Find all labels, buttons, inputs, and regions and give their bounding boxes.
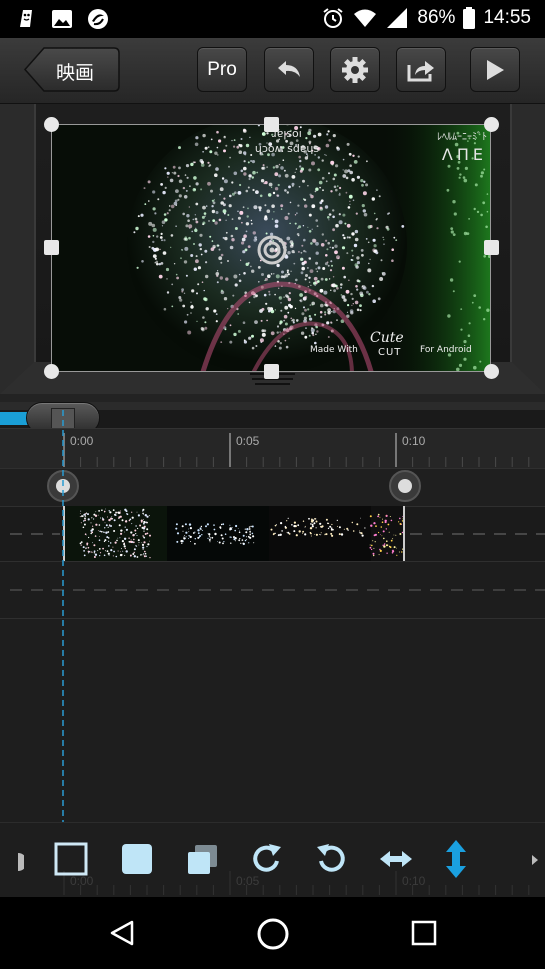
scroll-right-icon[interactable]: [530, 853, 540, 867]
top-toolbar: 映画 Pro: [0, 38, 545, 104]
overlay-text-4: ΛΠΕ: [441, 145, 487, 164]
audio-track-dashes: [10, 589, 545, 591]
video-clip[interactable]: [63, 506, 405, 561]
overlay-text-3: ﾚﾍﾙﾑｰﾆｰﾐﾞﾄ: [437, 132, 487, 143]
empty-track-area: [0, 618, 545, 822]
undo-icon: [278, 60, 300, 77]
settings-button[interactable]: [330, 47, 380, 92]
rotate-left-icon[interactable]: [313, 841, 349, 877]
trim-end-handle[interactable]: [389, 470, 421, 502]
resize-handle-bottom[interactable]: [264, 364, 279, 379]
resize-handle-bottom-right[interactable]: [484, 364, 499, 379]
filled-square-icon[interactable]: [119, 841, 155, 877]
rotate-right-icon[interactable]: [249, 841, 285, 877]
underlay-label-10: 0:10: [402, 874, 426, 888]
resize-handle-bottom-left[interactable]: [44, 364, 59, 379]
scroll-left-icon[interactable]: [6, 851, 24, 873]
ruler-label-5: 0:05: [236, 434, 260, 448]
back-triangle-icon[interactable]: [108, 919, 136, 947]
outline-square-icon[interactable]: [53, 841, 89, 877]
bottom-tools: 0:00 0:05 0:10: [0, 822, 545, 897]
trim-end-knob: [398, 479, 412, 493]
watermark-for-android: For Android: [420, 345, 472, 355]
trim-track: [0, 468, 545, 506]
navigation-bar: [0, 897, 545, 969]
back-button[interactable]: 映画: [24, 47, 120, 92]
back-button-label: 映画: [56, 62, 95, 84]
overlay-text-1: ɹɐןsoı: [272, 127, 302, 140]
image-icon: [52, 10, 72, 28]
status-bar: 86% 14:55: [0, 0, 545, 38]
alarm-icon: [323, 8, 344, 28]
ruler-label-10: 0:10: [402, 434, 426, 448]
rotate-handle-icon[interactable]: [257, 235, 287, 265]
undo-button[interactable]: [264, 47, 314, 92]
resize-handle-left[interactable]: [44, 240, 59, 255]
notification-app-icon: [20, 10, 32, 27]
resize-handle-top-left[interactable]: [44, 117, 59, 132]
wifi-icon: [354, 9, 377, 27]
sync-app-icon: [88, 9, 108, 29]
resize-handle-right[interactable]: [484, 240, 499, 255]
battery-percent: 86%: [417, 7, 456, 28]
share-button[interactable]: [396, 47, 446, 92]
flip-horizontal-icon[interactable]: [378, 843, 414, 875]
ruler-label-0: 0:00: [70, 434, 94, 448]
flip-vertical-icon[interactable]: [440, 838, 472, 880]
time-ruler[interactable]: 0:00 0:05 0:10: [0, 428, 545, 468]
clock-time: 14:55: [483, 7, 531, 28]
timeline: 0:00 0:05 0:10: [0, 402, 545, 897]
battery-icon: [463, 7, 476, 29]
share-icon: [407, 60, 434, 81]
watermark-cut: CUT: [378, 347, 402, 358]
play-button[interactable]: [470, 47, 520, 92]
layers-icon[interactable]: [185, 841, 221, 877]
watermark-made-with: Made With: [310, 345, 358, 355]
play-icon: [487, 59, 504, 80]
video-preview[interactable]: ɹɐןsoı ɥɔoʍ sdɐɥs ﾚﾍﾙﾑｰﾆｰﾐﾞﾄ ΛΠΕ Made Wi…: [51, 124, 491, 372]
resize-handle-top[interactable]: [264, 117, 279, 132]
watermark-logo: Cute: [370, 330, 404, 346]
pro-button[interactable]: Pro: [197, 47, 247, 92]
home-circle-icon[interactable]: [256, 917, 290, 951]
overlay-text-2: ɥɔoʍ sdɐɥs: [254, 142, 320, 155]
pro-label: Pro: [207, 58, 237, 80]
gear-icon: [342, 56, 368, 83]
recents-square-icon[interactable]: [411, 920, 437, 946]
resize-handle-top-right[interactable]: [484, 117, 499, 132]
signal-icon: [387, 8, 408, 28]
clip-thumbnails: [65, 506, 403, 561]
audio-track: [0, 561, 545, 618]
